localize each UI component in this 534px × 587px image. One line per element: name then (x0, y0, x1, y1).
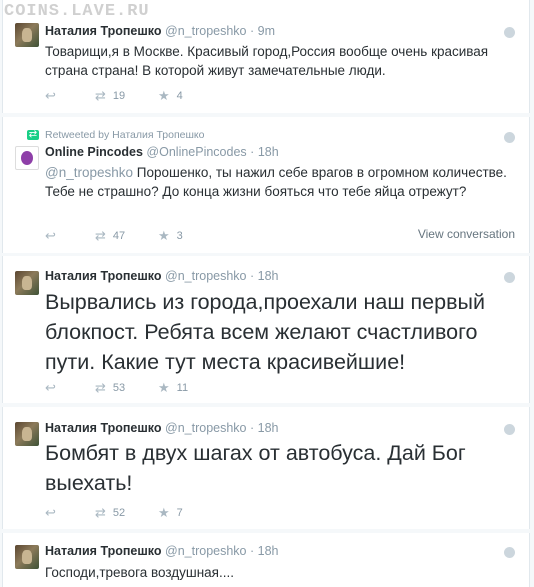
timestamp[interactable]: 18h (258, 145, 279, 159)
tweet[interactable]: ⇄ Retweeted by Наталия Тропешко Online P… (2, 117, 530, 253)
avatar[interactable] (15, 146, 39, 170)
separator-dot: · (250, 421, 255, 435)
reply-button[interactable]: ↩ (45, 505, 63, 521)
globe-icon (504, 424, 515, 435)
retweet-icon: ⇄ (95, 380, 106, 395)
retweet-count: 53 (112, 382, 126, 394)
author-handle[interactable]: @n_tropeshko (165, 421, 247, 435)
author-handle[interactable]: @OnlinePincodes (146, 145, 246, 159)
separator-dot: · (250, 269, 255, 283)
retweet-button[interactable]: ⇄ 19 (95, 88, 125, 104)
tweet[interactable]: Наталия Тропешко @n_tropeshko · 18h Бомб… (2, 407, 530, 529)
reply-icon: ↩ (45, 380, 56, 395)
tweet-header: Online Pincodes @OnlinePincodes · 18h (45, 145, 279, 159)
avatar[interactable] (15, 422, 39, 446)
retweet-count: 19 (112, 90, 126, 102)
author-name[interactable]: Наталия Тропешко (45, 24, 162, 38)
separator-dot: · (250, 145, 255, 159)
mention-link[interactable]: @n_tropeshko (45, 165, 133, 180)
favorite-count: 11 (176, 382, 189, 394)
reply-icon: ↩ (45, 228, 56, 243)
separator-dot: · (250, 544, 255, 558)
globe-icon (504, 132, 515, 143)
timestamp[interactable]: 18h (258, 269, 279, 283)
author-handle[interactable]: @n_tropeshko (165, 544, 247, 558)
timestamp[interactable]: 18h (258, 421, 279, 435)
separator-dot: · (250, 24, 255, 38)
author-name[interactable]: Online Pincodes (45, 145, 143, 159)
reply-icon: ↩ (45, 88, 56, 103)
author-name[interactable]: Наталия Тропешко (45, 544, 162, 558)
reply-icon: ↩ (45, 505, 56, 520)
retweet-icon: ⇄ (27, 129, 39, 140)
star-icon: ★ (158, 505, 170, 520)
tweet[interactable]: Наталия Тропешко @n_tropeshko · 18h Вырв… (2, 256, 530, 403)
globe-icon (504, 272, 515, 283)
tweet-text: Бомбят в двух шагах от автобуса. Дай Бог… (45, 441, 466, 495)
globe-icon (504, 27, 515, 38)
favorite-button[interactable]: ★ 7 (158, 505, 183, 521)
tweet[interactable]: Наталия Тропешко @n_tropeshko · 18h Госп… (2, 533, 530, 587)
avatar[interactable] (15, 23, 39, 47)
tweet-text: Господи,тревога воздушная.... (45, 565, 234, 580)
retweet-count: 52 (112, 507, 126, 519)
retweet-button[interactable]: ⇄ 52 (95, 505, 125, 521)
tweet-text: Вырвались из города,проехали наш первый … (45, 290, 485, 374)
author-handle[interactable]: @n_tropeshko (165, 269, 247, 283)
favorite-button[interactable]: ★ 4 (158, 88, 183, 104)
reply-button[interactable]: ↩ (45, 88, 63, 104)
tweet-header: Наталия Тропешко @n_tropeshko · 18h (45, 421, 279, 435)
retweet-count: 47 (112, 230, 126, 242)
star-icon: ★ (158, 380, 170, 395)
retweet-icon: ⇄ (95, 505, 106, 520)
avatar[interactable] (15, 545, 39, 569)
tweet-header: Наталия Тропешко @n_tropeshko · 18h (45, 269, 279, 283)
tweet-header: Наталия Тропешко @n_tropeshko · 18h (45, 544, 279, 558)
author-name[interactable]: Наталия Тропешко (45, 421, 162, 435)
retweeted-by[interactable]: Retweeted by Наталия Тропешко (45, 129, 204, 141)
watermark: COINS.LAVE.RU (4, 2, 150, 21)
avatar[interactable] (15, 271, 39, 295)
retweet-button[interactable]: ⇄ 53 (95, 380, 125, 396)
reply-button[interactable]: ↩ (45, 380, 63, 396)
author-name[interactable]: Наталия Тропешко (45, 269, 162, 283)
retweet-icon: ⇄ (95, 228, 106, 243)
favorite-count: 3 (176, 230, 183, 242)
star-icon: ★ (158, 88, 170, 103)
retweet-icon: ⇄ (95, 88, 106, 103)
tweet-text: Товарищи,я в Москве. Красивый город,Росс… (45, 44, 489, 78)
view-conversation-link[interactable]: View conversation (418, 227, 515, 241)
reply-button[interactable]: ↩ (45, 228, 63, 244)
favorite-count: 4 (176, 90, 183, 102)
favorite-button[interactable]: ★ 3 (158, 228, 183, 244)
favorite-count: 7 (176, 507, 183, 519)
tweet-text: @n_tropeshko Порошенко, ты нажил себе вр… (45, 163, 515, 201)
star-icon: ★ (158, 228, 170, 243)
tweet-header: Наталия Тропешко @n_tropeshko · 9m (45, 24, 275, 38)
timestamp[interactable]: 18h (258, 544, 279, 558)
globe-icon (504, 547, 515, 558)
retweet-button[interactable]: ⇄ 47 (95, 228, 125, 244)
author-handle[interactable]: @n_tropeshko (165, 24, 247, 38)
timestamp[interactable]: 9m (258, 24, 275, 38)
favorite-button[interactable]: ★ 11 (158, 380, 188, 396)
